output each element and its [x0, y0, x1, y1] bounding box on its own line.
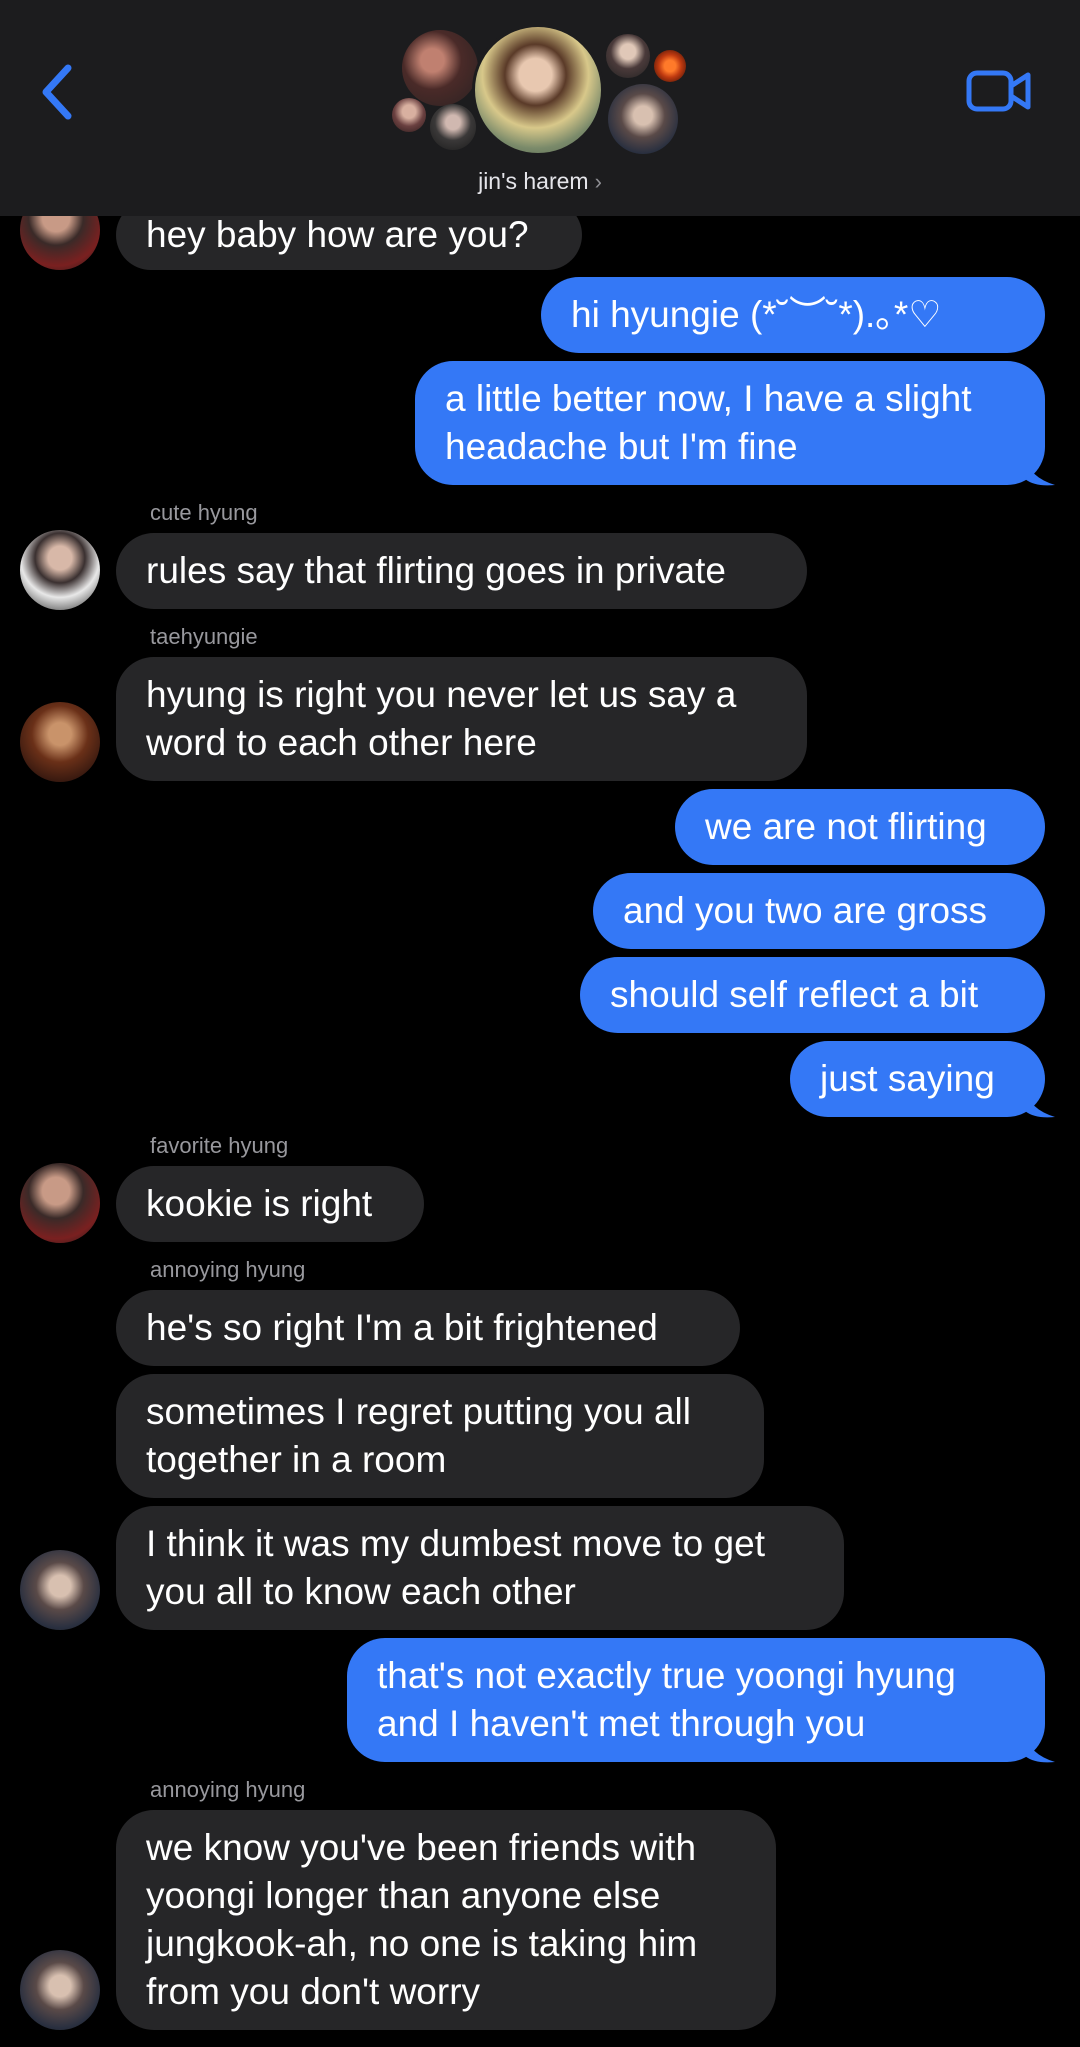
message-bubble-incoming[interactable]: he's so right I'm a bit frightened [116, 1290, 740, 1366]
message-text: we know you've been friends with [146, 1827, 697, 1868]
message-text: kookie is right [146, 1183, 373, 1224]
message-text: jungkook-ah, no one is taking him [146, 1923, 698, 1964]
message-text: yoongi longer than anyone else [146, 1875, 661, 1916]
avatar-member [402, 30, 478, 106]
message-text: headache but I'm fine [445, 426, 798, 467]
avatar-member [606, 34, 650, 78]
message-text: from you don't worry [146, 1971, 481, 2012]
message-bubble-outgoing[interactable]: should self reflect a bit [580, 957, 1045, 1033]
avatar-member [430, 104, 476, 150]
avatar-annoying-hyung[interactable] [20, 1550, 100, 1630]
sender-name: annoying hyung [150, 1257, 306, 1282]
chevron-right-icon: › [594, 169, 602, 194]
sender-name: annoying hyung [150, 1777, 306, 1802]
message-bubble-outgoing[interactable]: hi hyungie (*˘︶˘*).｡*♡ [541, 277, 1045, 353]
sender-name: taehyungie [150, 624, 258, 649]
message-text: hey baby how are you? [146, 214, 529, 255]
message-bubble-outgoing[interactable]: and you two are gross [593, 873, 1045, 949]
group-name-button[interactable]: jin's harem › [0, 168, 1080, 195]
message-text: and I haven't met through you [377, 1703, 866, 1744]
message-text: word to each other here [146, 722, 537, 763]
group-name: jin's harem [478, 168, 589, 194]
avatar-favorite-hyung[interactable] [20, 1163, 100, 1243]
message-bubble-incoming[interactable]: we know you've been friends with yoongi … [116, 1810, 776, 2030]
message-bubble-outgoing[interactable]: that's not exactly true yoongi hyung and… [347, 1638, 1045, 1762]
chat-screen: hey baby how are you? hi hyungie (*˘︶˘*)… [0, 0, 1080, 2047]
message-bubble-outgoing[interactable]: a little better now, I have a slight hea… [415, 361, 1045, 485]
avatar-member [654, 50, 686, 82]
message-bubble-incoming[interactable]: sometimes I regret putting you all toget… [116, 1374, 764, 1498]
message-bubble-incoming[interactable]: I think it was my dumbest move to get yo… [116, 1506, 844, 1630]
message-text: a little better now, I have a slight [445, 378, 972, 419]
avatar-taehyungie[interactable] [20, 702, 100, 782]
video-camera-icon[interactable] [966, 66, 1032, 116]
message-text: I think it was my dumbest move to get [146, 1523, 765, 1564]
message-bubble-incoming[interactable]: rules say that flirting goes in private [116, 533, 807, 609]
avatar-member [472, 24, 604, 156]
avatar-member [392, 98, 426, 132]
sender-name: cute hyung [150, 500, 258, 525]
bubble-tail [1025, 457, 1055, 486]
sender-name: favorite hyung [150, 1133, 289, 1158]
avatar-member [608, 84, 678, 154]
chat-header: jin's harem › [0, 0, 1080, 216]
message-text: he's so right I'm a bit frightened [146, 1307, 658, 1348]
message-text: you all to know each other [146, 1571, 576, 1612]
message-bubble-outgoing[interactable]: just saying [790, 1041, 1045, 1117]
bubble-tail [1025, 1734, 1055, 1763]
message-bubble-incoming[interactable]: kookie is right [116, 1166, 424, 1242]
bubble-tail [1025, 1089, 1055, 1118]
message-text: rules say that flirting goes in private [146, 550, 726, 591]
message-text: together in a room [146, 1439, 447, 1480]
message-text: hyung is right you never let us say a [146, 674, 737, 715]
message-text: should self reflect a bit [610, 974, 979, 1015]
avatar-annoying-hyung[interactable] [20, 1950, 100, 2030]
message-text: sometimes I regret putting you all [146, 1391, 691, 1432]
message-text: hi hyungie (*˘︶˘*).｡*♡ [571, 294, 942, 335]
message-text: that's not exactly true yoongi hyung [377, 1655, 956, 1696]
chevron-left-icon[interactable] [34, 60, 82, 124]
message-text: just saying [820, 1058, 995, 1099]
avatar-cute-hyung[interactable] [20, 530, 100, 610]
message-bubble-incoming[interactable]: hyung is right you never let us say a wo… [116, 657, 807, 781]
message-text: and you two are gross [623, 890, 988, 931]
message-text: we are not flirting [705, 806, 987, 847]
message-bubble-outgoing[interactable]: we are not flirting [675, 789, 1045, 865]
